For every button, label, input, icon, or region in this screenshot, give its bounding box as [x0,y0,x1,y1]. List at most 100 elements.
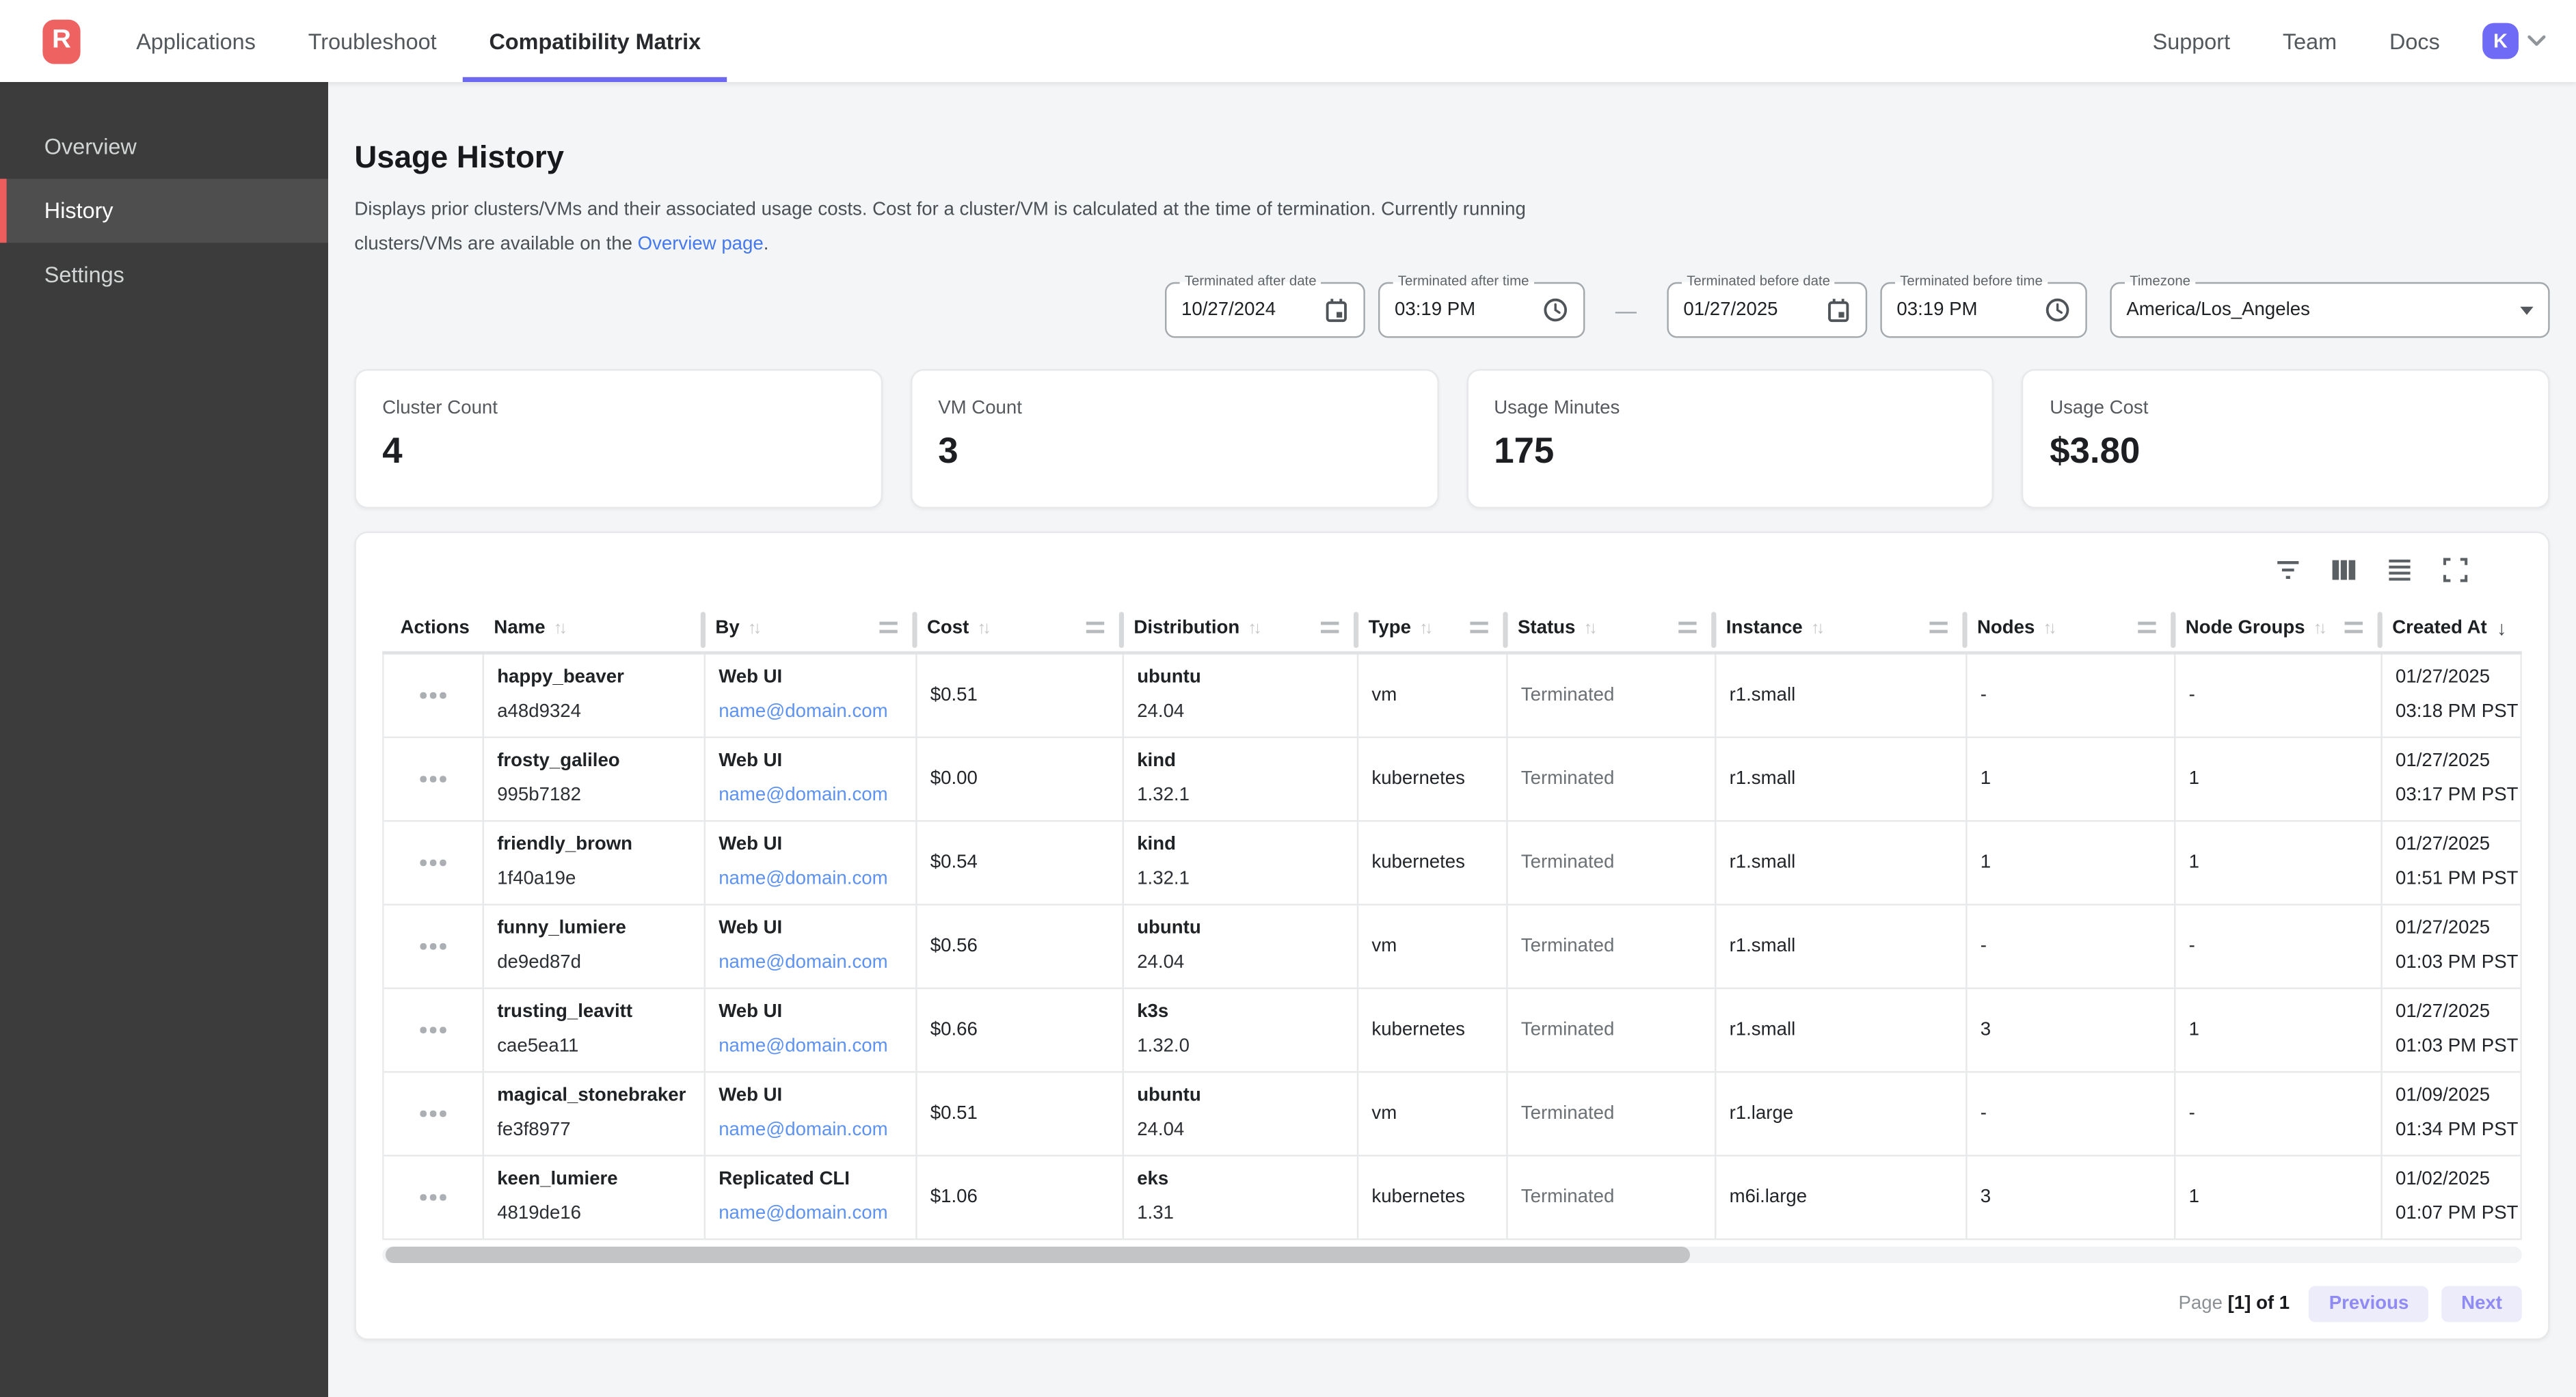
column-header-node-groups[interactable]: Node Groups ↑↓ [2173,606,2379,651]
drag-handle-icon[interactable] [1470,622,1488,634]
sidebar-item-history[interactable]: History [0,179,328,243]
column-header-instance[interactable]: Instance ↑↓ [1713,606,1964,651]
next-page-button[interactable]: Next [2441,1286,2521,1323]
sort-icon[interactable]: ↑↓ [748,619,759,638]
row-actions-ellipsis-icon[interactable] [414,766,452,791]
table-row: keen_lumiere 4819de16 Replicated CLI nam… [384,1156,2521,1240]
row-actions-ellipsis-icon[interactable] [414,1184,452,1210]
name-cell: friendly_brown 1f40a19e [483,822,704,904]
brand-logo[interactable]: R [42,19,80,64]
node-groups-cell: 1 [2174,989,2380,1071]
columns-icon[interactable] [2325,551,2361,587]
column-header-cost[interactable]: Cost ↑↓ [914,606,1121,651]
distribution-cell: ubuntu 24.04 [1123,1073,1357,1155]
actions-cell [384,906,483,988]
cluster-name: happy_beaver [497,661,703,695]
usage-table-card: Actions Name ↑↓ By ↑↓ Cost ↑↓ [354,532,2549,1340]
table-body: happy_beaver a48d9324 Web UI name@domain… [382,655,2522,1240]
instance-cell: r1.small [1715,655,1965,737]
terminated-before-date-field[interactable]: Terminated before date 01/27/2025 [1667,282,1867,338]
calendar-icon[interactable] [1826,297,1851,323]
fullscreen-icon[interactable] [2437,551,2473,587]
terminated-after-time-value: 03:19 PM [1395,300,1475,320]
table-row: funny_lumiere de9ed87d Web UI name@domai… [384,906,2521,989]
nodes-cell: 1 [1965,822,2174,904]
scrollbar-thumb[interactable] [386,1247,1691,1263]
name-cell: happy_beaver a48d9324 [483,655,704,737]
sort-icon[interactable]: ↑↓ [1419,619,1430,638]
creator-email-link[interactable]: name@domain.com [719,779,915,813]
column-header-type[interactable]: Type ↑↓ [1355,606,1504,651]
drag-handle-icon[interactable] [1086,622,1104,634]
tab-compatibility-matrix[interactable]: Compatibility Matrix [463,0,727,82]
creator-email-link[interactable]: name@domain.com [719,1114,915,1148]
drag-handle-icon[interactable] [2138,622,2156,634]
creator-email-link[interactable]: name@domain.com [719,863,915,897]
terminated-before-date-value: 01/27/2025 [1683,300,1777,320]
clock-icon[interactable] [2044,297,2070,323]
creator-email-link[interactable]: name@domain.com [719,1030,915,1064]
row-actions-ellipsis-icon[interactable] [414,850,452,876]
creator-email-link[interactable]: name@domain.com [719,696,915,730]
column-label: Name [494,619,545,638]
cost-cell: $0.54 [915,822,1122,904]
filter-icon[interactable] [2269,551,2305,587]
sort-icon[interactable]: ↑↓ [977,619,988,638]
column-header-created-at[interactable]: Created At ↓ [2379,606,2519,651]
column-header-by[interactable]: By ↑↓ [702,606,914,651]
column-header-name[interactable]: Name ↑↓ [481,606,702,651]
by-cell: Web UI name@domain.com [704,989,916,1071]
stat-card-usage-minutes: Usage Minutes 175 [1466,369,1994,508]
nav-link-docs[interactable]: Docs [2363,29,2467,53]
creator-email-link[interactable]: name@domain.com [719,1197,915,1232]
row-actions-ellipsis-icon[interactable] [414,1101,452,1126]
overview-page-link[interactable]: Overview page [638,234,764,254]
terminated-before-time-field[interactable]: Terminated before time 03:19 PM [1880,282,2087,338]
sort-desc-icon[interactable]: ↓ [2497,616,2506,640]
terminated-after-date-label: Terminated after date [1180,272,1321,288]
distribution-name: eks [1137,1163,1357,1197]
sort-icon[interactable]: ↑↓ [2313,619,2324,638]
chevron-down-icon[interactable] [2527,34,2547,47]
tab-applications[interactable]: Applications [110,0,282,82]
horizontal-scrollbar[interactable] [382,1247,2522,1263]
nodes-cell: - [1965,1073,2174,1155]
drag-handle-icon[interactable] [1321,622,1339,634]
calendar-icon[interactable] [1324,297,1349,323]
column-header-distribution[interactable]: Distribution ↑↓ [1121,606,1355,651]
row-actions-ellipsis-icon[interactable] [414,1018,452,1043]
sidebar-item-settings[interactable]: Settings [0,243,328,307]
sidebar-item-overview[interactable]: Overview [0,115,328,179]
sort-icon[interactable]: ↑↓ [1248,619,1259,638]
column-header-nodes[interactable]: Nodes ↑↓ [1964,606,2173,651]
density-icon[interactable] [2380,551,2417,587]
created-date: 01/27/2025 [2396,828,2520,863]
row-actions-ellipsis-icon[interactable] [414,683,452,708]
terminated-after-date-field[interactable]: Terminated after date 10/27/2024 [1165,282,1365,338]
created-by: Web UI [719,661,915,695]
drag-handle-icon[interactable] [1929,622,1947,634]
sort-icon[interactable]: ↑↓ [554,619,565,638]
nav-link-team[interactable]: Team [2257,29,2363,53]
tab-troubleshoot[interactable]: Troubleshoot [282,0,463,82]
previous-page-button[interactable]: Previous [2309,1286,2428,1323]
nav-link-support[interactable]: Support [2126,29,2256,53]
row-actions-ellipsis-icon[interactable] [414,934,452,959]
column-label: By [715,619,739,638]
timezone-select[interactable]: Timezone America/Los_Angeles [2110,282,2549,338]
column-header-status[interactable]: Status ↑↓ [1505,606,1713,651]
sort-icon[interactable]: ↑↓ [1583,619,1594,638]
sort-icon[interactable]: ↑↓ [1811,619,1822,638]
creator-email-link[interactable]: name@domain.com [719,947,915,981]
drag-handle-icon[interactable] [1678,622,1696,634]
stat-label: Cluster Count [382,398,855,418]
drag-handle-icon[interactable] [879,622,897,634]
filter-bar: Terminated after date 10/27/2024 Termina… [354,282,2549,338]
clock-icon[interactable] [1542,297,1568,323]
cluster-id: 4819de16 [497,1197,703,1232]
drag-handle-icon[interactable] [2345,622,2363,634]
terminated-after-time-field[interactable]: Terminated after time 03:19 PM [1378,282,1585,338]
sort-icon[interactable]: ↑↓ [2043,619,2054,638]
created-time: 01:03 PM PST [2396,1030,2520,1064]
avatar[interactable]: K [2482,23,2519,59]
